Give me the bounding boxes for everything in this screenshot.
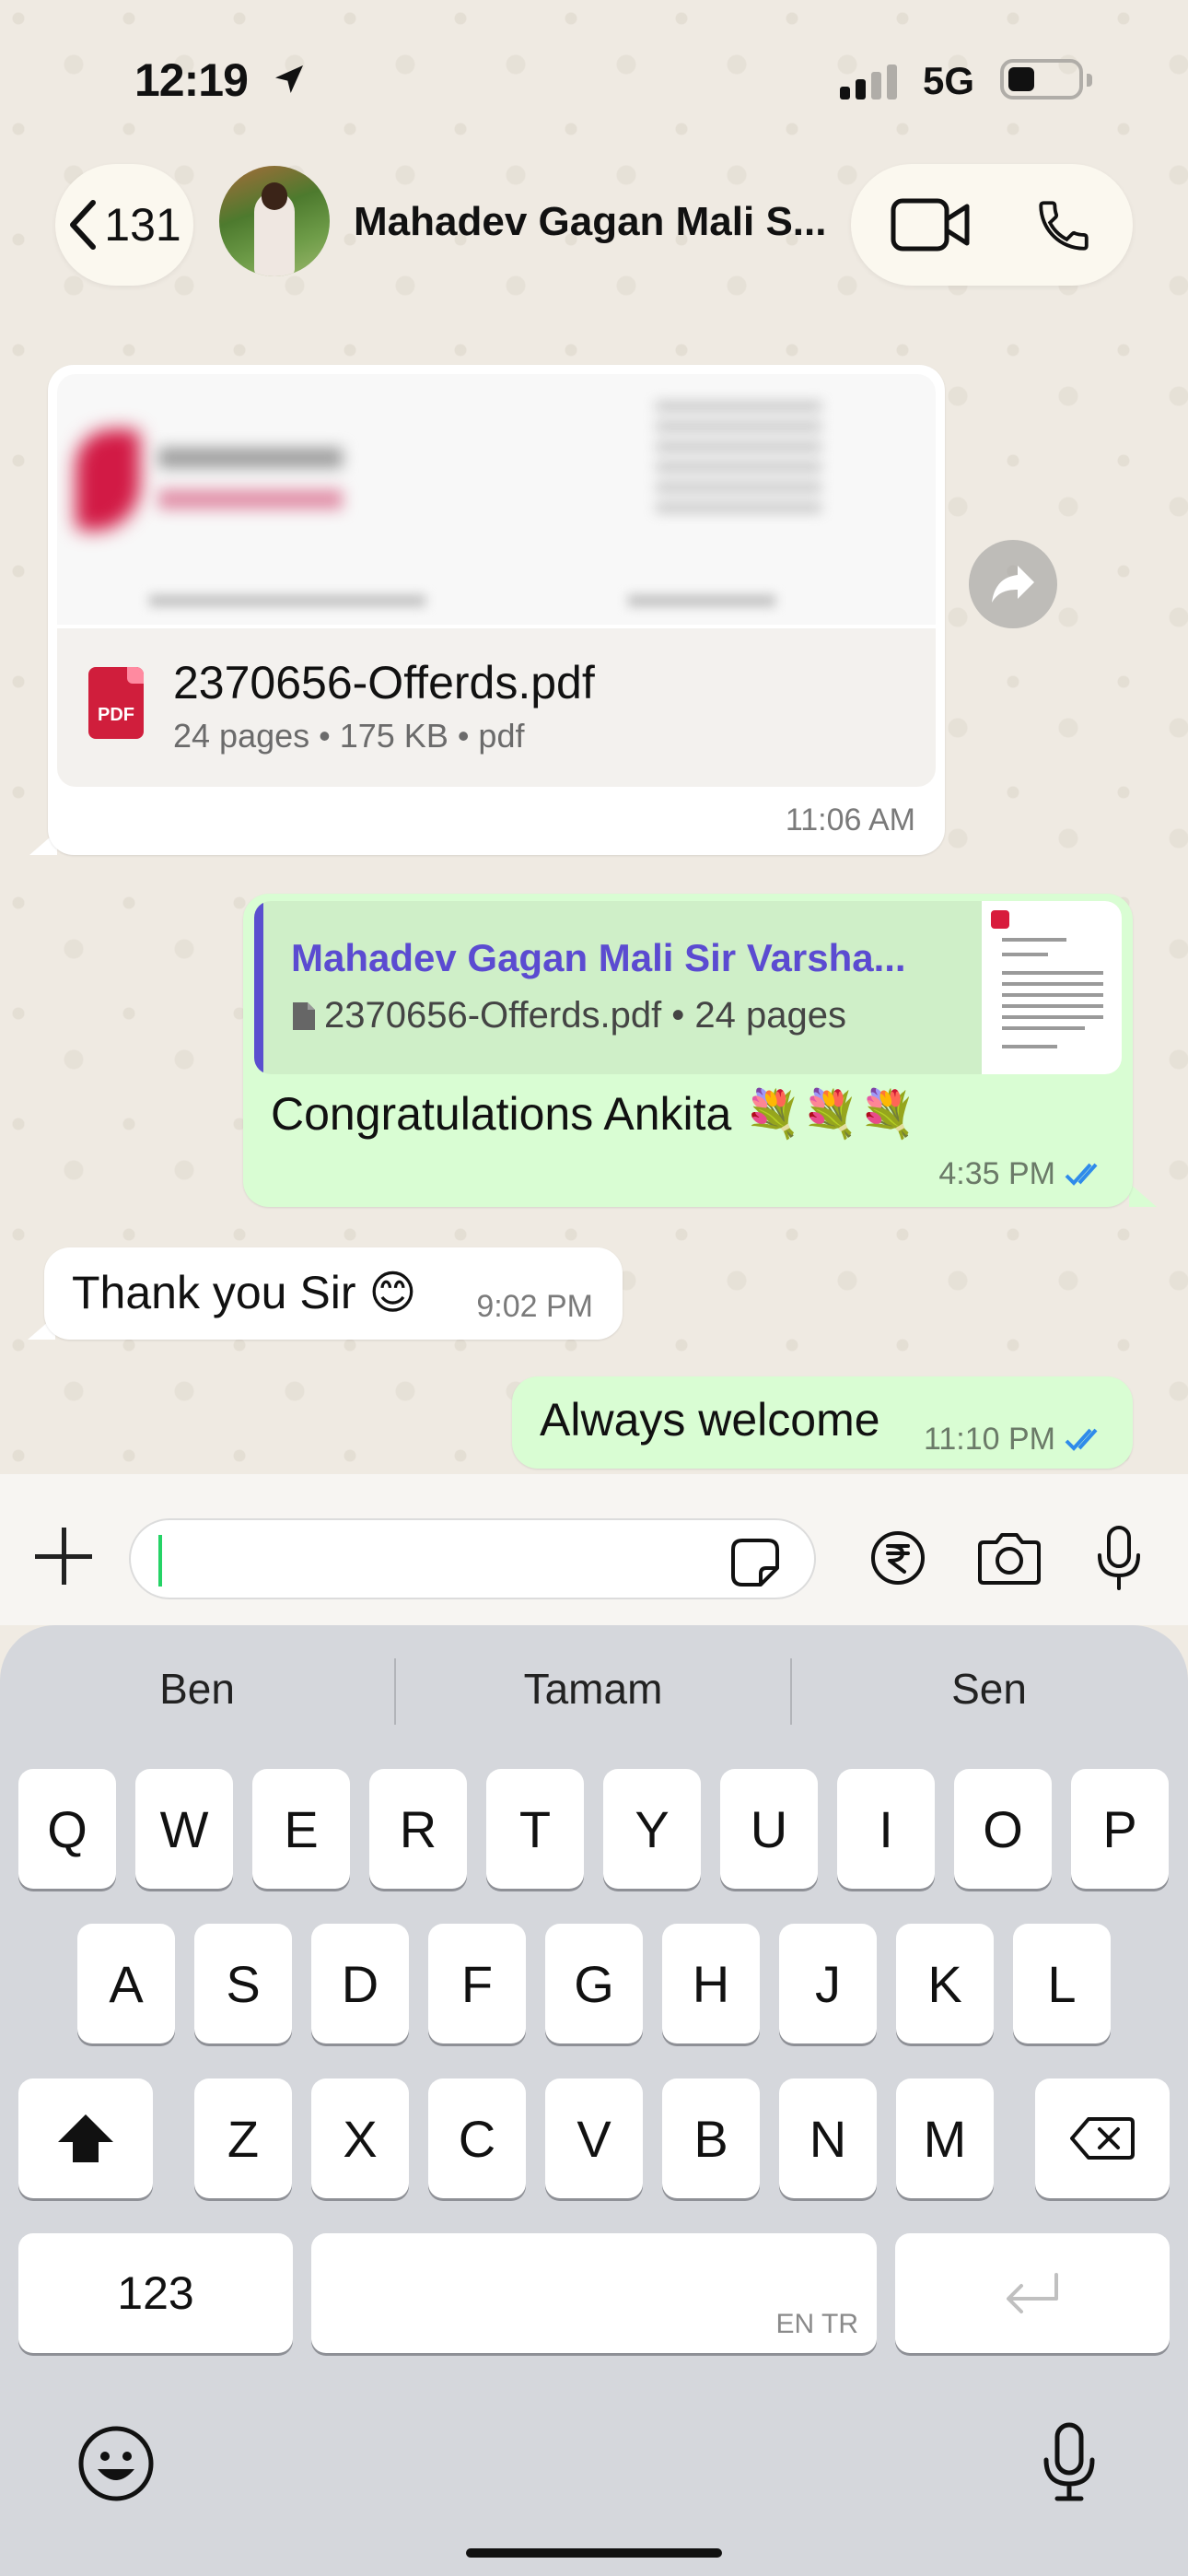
message-time: 4:35 PM <box>938 1156 1055 1191</box>
double-check-icon <box>1065 1163 1098 1186</box>
quoted-sender: Mahadev Gagan Mali Sir Varsha... <box>291 936 906 979</box>
key-o[interactable]: O <box>954 1769 1052 1889</box>
backspace-key[interactable] <box>1035 2078 1170 2198</box>
message-time: 11:10 PM <box>923 1422 1055 1457</box>
bubble-tail <box>1129 1183 1157 1207</box>
suggestion-3[interactable]: Sen <box>805 1664 1173 1714</box>
key-b[interactable]: B <box>662 2078 760 2198</box>
shift-key[interactable] <box>18 2078 153 2198</box>
double-check-icon <box>1065 1428 1098 1451</box>
message-status: 4:35 PM <box>938 1156 1109 1192</box>
sticker-icon[interactable] <box>729 1537 781 1588</box>
file-icon <box>293 1001 315 1030</box>
key-f[interactable]: F <box>428 1924 526 2043</box>
key-r[interactable]: R <box>369 1769 467 1889</box>
pdf-file-info[interactable]: PDF 2370656-Offerds.pdf 24 pages • 175 K… <box>57 628 936 787</box>
phone-call-icon[interactable] <box>1033 195 1094 256</box>
message-input[interactable] <box>129 1518 816 1599</box>
quoted-document: 2370656-Offerds.pdf • 24 pages <box>291 995 846 1036</box>
key-z[interactable]: Z <box>194 2078 292 2198</box>
message-time: 11:06 AM <box>785 802 915 837</box>
key-t[interactable]: T <box>486 1769 584 1889</box>
message-input-bar <box>0 1474 1188 1625</box>
home-indicator <box>466 2548 722 2558</box>
key-s[interactable]: S <box>194 1924 292 2043</box>
incoming-message[interactable]: Thank you Sir 😊 9:02 PM <box>44 1247 623 1340</box>
key-l[interactable]: L <box>1013 1924 1111 2043</box>
return-key[interactable] <box>895 2233 1170 2353</box>
call-actions <box>851 164 1133 286</box>
key-y[interactable]: Y <box>603 1769 701 1889</box>
suggestion-1[interactable]: Ben <box>13 1664 381 1714</box>
space-key[interactable]: EN TR <box>311 2233 877 2353</box>
key-d[interactable]: D <box>311 1924 409 2043</box>
message-status: 11:10 PM <box>924 1422 1109 1458</box>
rupee-icon[interactable] <box>869 1529 926 1587</box>
key-u[interactable]: U <box>720 1769 818 1889</box>
message-text: Always welcome <box>540 1394 880 1446</box>
reply-message[interactable]: Mahadev Gagan Mali Sir Varsha... 2370656… <box>243 894 1133 1207</box>
pdf-preview[interactable] <box>57 374 936 625</box>
suggestion-2[interactable]: Tamam <box>409 1664 777 1714</box>
avatar[interactable] <box>219 166 330 276</box>
shift-icon <box>58 2114 113 2162</box>
dictation-mic-icon[interactable] <box>1041 2421 1098 2504</box>
pdf-file-meta: 24 pages • 175 KB • pdf <box>173 717 525 755</box>
key-h[interactable]: H <box>662 1924 760 2043</box>
numbers-key[interactable]: 123 <box>18 2233 293 2353</box>
backspace-icon <box>1070 2117 1135 2160</box>
keyboard-languages: EN TR <box>775 2309 858 2339</box>
key-j[interactable]: J <box>779 1924 877 2043</box>
key-g[interactable]: G <box>545 1924 643 2043</box>
message-text: Congratulations Ankita 💐💐💐 <box>271 1088 916 1140</box>
key-i[interactable]: I <box>837 1769 935 1889</box>
plus-icon[interactable] <box>35 1528 92 1585</box>
message-text: Thank you Sir 😊 <box>72 1267 417 1318</box>
text-caret <box>158 1535 162 1587</box>
key-e[interactable]: E <box>252 1769 350 1889</box>
quoted-message[interactable]: Mahadev Gagan Mali Sir Varsha... 2370656… <box>254 901 1122 1074</box>
camera-icon[interactable] <box>976 1529 1042 1587</box>
keyboard: Ben Tamam Sen Q W E R T Y U I O P A S D … <box>0 1625 1188 2576</box>
key-q[interactable]: Q <box>18 1769 116 1889</box>
mic-icon[interactable] <box>1094 1524 1144 1592</box>
key-m[interactable]: M <box>896 2078 994 2198</box>
unread-count: 131 <box>104 199 181 251</box>
pdf-file-icon: PDF <box>88 667 144 739</box>
message-time: 9:02 PM <box>476 1289 593 1324</box>
status-bar: 12:19 5G <box>0 0 1188 157</box>
emoji-icon[interactable] <box>77 2425 155 2502</box>
pdf-file-name: 2370656-Offerds.pdf <box>173 657 595 708</box>
key-n[interactable]: N <box>779 2078 877 2198</box>
back-chevron-icon <box>70 200 97 250</box>
quoted-document-label: 2370656-Offerds.pdf • 24 pages <box>324 995 847 1036</box>
battery-icon <box>1000 59 1092 100</box>
pdf-message[interactable]: PDF 2370656-Offerds.pdf 24 pages • 175 K… <box>48 365 945 855</box>
outgoing-message[interactable]: Always welcome 11:10 PM <box>512 1376 1133 1469</box>
key-k[interactable]: K <box>896 1924 994 2043</box>
return-icon <box>1007 2273 1058 2313</box>
network-type: 5G <box>923 59 975 102</box>
forward-button[interactable] <box>969 540 1057 628</box>
key-p[interactable]: P <box>1071 1769 1169 1889</box>
contact-name[interactable]: Mahadev Gagan Mali S... <box>354 199 826 245</box>
status-time: 12:19 <box>134 54 249 106</box>
key-x[interactable]: X <box>311 2078 409 2198</box>
key-c[interactable]: C <box>428 2078 526 2198</box>
video-call-icon[interactable] <box>890 195 971 254</box>
key-v[interactable]: V <box>545 2078 643 2198</box>
key-w[interactable]: W <box>135 1769 233 1889</box>
key-a[interactable]: A <box>77 1924 175 2043</box>
document-thumbnail <box>982 901 1122 1074</box>
back-button[interactable]: 131 <box>55 164 193 286</box>
location-arrow-icon <box>275 65 303 93</box>
forward-icon <box>992 566 1034 603</box>
cellular-signal-icon <box>840 64 897 100</box>
